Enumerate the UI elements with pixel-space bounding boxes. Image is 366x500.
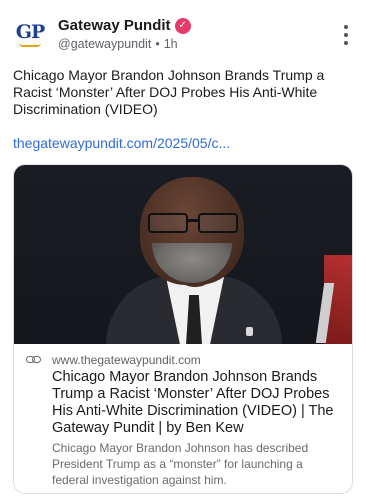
post-header: GP Gateway Pundit ✓ @gatewaypundit • 1h	[12, 15, 354, 55]
verified-badge-icon: ✓	[174, 17, 191, 34]
card-description: Chicago Mayor Brandon Johnson has descri…	[52, 441, 309, 487]
card-title[interactable]: Chicago Mayor Brandon Johnson Brands Tru…	[52, 369, 340, 437]
post: GP Gateway Pundit ✓ @gatewaypundit • 1h …	[0, 0, 366, 500]
link-preview-card[interactable]: www.thegatewaypundit.com Chicago Mayor B…	[13, 164, 353, 494]
post-link[interactable]: thegatewaypundit.com/2025/05/c...	[13, 135, 353, 151]
link-icon	[26, 355, 42, 365]
more-vertical-icon[interactable]	[342, 25, 350, 45]
avatar-swoosh	[19, 43, 41, 47]
avatar-logo-text: GP	[15, 21, 45, 43]
domain-row: www.thegatewaypundit.com	[26, 352, 340, 368]
account-name[interactable]: Gateway Pundit	[58, 17, 171, 34]
avatar[interactable]: GP	[12, 17, 48, 53]
card-domain: www.thegatewaypundit.com	[52, 353, 201, 367]
account-handle[interactable]: @gatewaypundit	[58, 37, 151, 51]
link-preview-body: www.thegatewaypundit.com Chicago Mayor B…	[14, 344, 352, 488]
meta-separator: •	[155, 37, 160, 51]
name-row: Gateway Pundit ✓	[58, 17, 191, 34]
link-preview-image[interactable]	[14, 165, 352, 344]
lapel-pin-shape	[246, 327, 253, 336]
glasses-shape	[144, 213, 240, 233]
meta-row: @gatewaypundit • 1h	[58, 37, 178, 51]
post-text: Chicago Mayor Brandon Johnson Brands Tru…	[13, 67, 325, 117]
post-time: 1h	[163, 37, 178, 51]
